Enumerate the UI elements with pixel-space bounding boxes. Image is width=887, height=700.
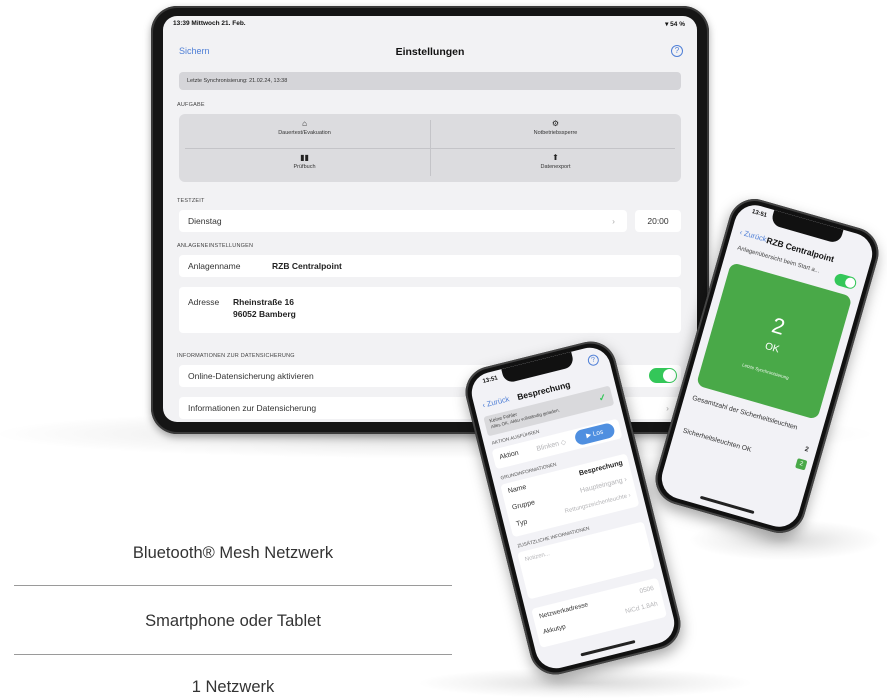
los-button[interactable]: ▶ Los — [573, 421, 616, 447]
stat-total-value: 2 — [803, 445, 810, 454]
status-ok-panel: 2 OK Letzte Synchronisierung — [695, 262, 853, 420]
section-aufgabe: AUFGABE — [177, 102, 205, 108]
help-icon[interactable]: ? — [586, 353, 601, 367]
caption-network-count: 1 Netzwerk — [14, 678, 452, 697]
tablet-nav-bar: Sichern Einstellungen ? — [163, 45, 697, 60]
phone-center-time: 13:51 — [482, 375, 499, 385]
stat-ok-row: Sicherheitsleuchten OK 2 — [681, 427, 808, 471]
task-label: Prüfbuch — [293, 164, 316, 170]
help-icon[interactable]: ? — [671, 45, 683, 57]
task-label: Dauertest/Evakuation — [278, 130, 331, 136]
divider — [14, 654, 452, 655]
testtime-value: 20:00 — [647, 216, 669, 226]
akku-value: NiCd 1.8Ah — [624, 600, 659, 616]
sync-status-bar: Letzte Synchronisierung: 21.02.24, 13:38 — [179, 72, 681, 90]
anlagenname-field[interactable]: Anlagenname RZB Centralpoint — [179, 255, 681, 277]
book-icon: ▮▮ — [300, 153, 309, 162]
akku-row: Akkutyp NiCd 1.8Ah — [542, 600, 658, 635]
gruppe-row[interactable]: Gruppe Haupteingang › — [511, 476, 627, 511]
online-backup-toggle[interactable] — [649, 368, 677, 383]
caption-bluetooth-mesh: Bluetooth® Mesh Netzwerk — [14, 544, 452, 563]
adresse-label: Adresse — [188, 297, 220, 307]
adresse-line2: 96052 Bamberg — [233, 309, 296, 319]
netzwerk-value: 0506 — [638, 584, 655, 596]
caption-text: Smartphone oder Tablet — [145, 612, 321, 630]
grundinfo-card: Name Besprechung Gruppe Haupteingang › T… — [500, 453, 640, 538]
gruppe-label: Gruppe — [511, 499, 536, 512]
testday-select[interactable]: Dienstag › — [179, 210, 627, 232]
online-backup-label: Online-Datensicherung aktivieren — [188, 371, 314, 381]
phone-center-shadow — [420, 668, 750, 698]
tablet-status-time: 13:39 Mittwoch 21. Feb. — [173, 20, 246, 27]
typ-row[interactable]: Typ Rettungszeichenleuchte › — [516, 493, 632, 528]
home-indicator — [580, 639, 636, 657]
backup-info-label: Informationen zur Datensicherung — [188, 403, 317, 413]
name-label: Name — [507, 483, 528, 496]
caption-text: 1 Netzwerk — [191, 678, 275, 696]
caption-device: Smartphone oder Tablet — [14, 612, 452, 631]
task-dauertest-button[interactable]: ⌂ Dauertest/Evakuation — [179, 114, 430, 148]
task-label: Datenexport — [540, 164, 571, 170]
section-testzeit: TESTZEIT — [177, 198, 205, 204]
task-notbetriebssperre-button[interactable]: ⚙ Notbetriebssperre — [430, 114, 681, 148]
typ-label: Typ — [515, 518, 529, 529]
name-row[interactable]: Name Besprechung — [507, 460, 623, 495]
tablet-status-bar: 13:39 Mittwoch 21. Feb. ▾ 54 % — [173, 20, 685, 30]
chevron-right-icon: › — [666, 403, 669, 413]
page-title: Einstellungen — [395, 46, 465, 58]
home-indicator — [699, 495, 755, 515]
task-pruefbuch-button[interactable]: ▮▮ Prüfbuch — [179, 148, 430, 182]
notes-placeholder: Notizen... — [524, 551, 551, 564]
stat-ok-badge: 2 — [795, 458, 808, 471]
export-icon: ⬆ — [552, 153, 559, 162]
tablet-status-battery: ▾ 54 % — [665, 21, 685, 28]
anlagenname-value: RZB Centralpoint — [272, 261, 342, 271]
netzwerk-label: Netzwerkadresse — [538, 601, 589, 621]
section-datensicherung: INFORMATIONEN ZUR DATENSICHERUNG — [177, 353, 295, 359]
stat-ok-label: Sicherheitsleuchten OK — [681, 427, 753, 454]
adresse-field[interactable]: Adresse Rheinstraße 16 96052 Bamberg — [179, 287, 681, 333]
testday-value: Dienstag — [188, 216, 222, 226]
tablet-screen: 13:39 Mittwoch 21. Feb. ▾ 54 % Sichern E… — [163, 16, 697, 422]
chevron-right-icon: › — [612, 216, 615, 226]
aktion-label: Aktion — [498, 449, 520, 462]
overview-toggle[interactable] — [833, 272, 858, 291]
caption-text: Bluetooth® Mesh Netzwerk — [132, 544, 334, 562]
task-label: Notbetriebssperre — [533, 130, 578, 136]
name-value: Besprechung — [578, 459, 624, 478]
task-datenexport-button[interactable]: ⬆ Datenexport — [430, 148, 681, 182]
tablet-device: 13:39 Mittwoch 21. Feb. ▾ 54 % Sichern E… — [151, 6, 709, 434]
gruppe-value: Haupteingang › — [579, 476, 628, 495]
divider — [14, 585, 452, 586]
testtime-field[interactable]: 20:00 — [635, 210, 681, 232]
phone-right-time: 13:51 — [751, 208, 768, 219]
gear-icon: ⚙ — [551, 119, 560, 128]
task-grid: ⌂ Dauertest/Evakuation ⚙ Notbetriebssper… — [179, 114, 681, 182]
akku-label: Akkutyp — [542, 623, 567, 636]
adresse-line1: Rheinstraße 16 — [233, 297, 294, 307]
aktion-select[interactable]: Blinken ◇ — [536, 438, 567, 453]
house-icon: ⌂ — [302, 119, 307, 128]
section-anlageneinstellungen: ANLAGENEINSTELLUNGEN — [177, 243, 254, 249]
anlagenname-label: Anlagenname — [188, 261, 241, 271]
